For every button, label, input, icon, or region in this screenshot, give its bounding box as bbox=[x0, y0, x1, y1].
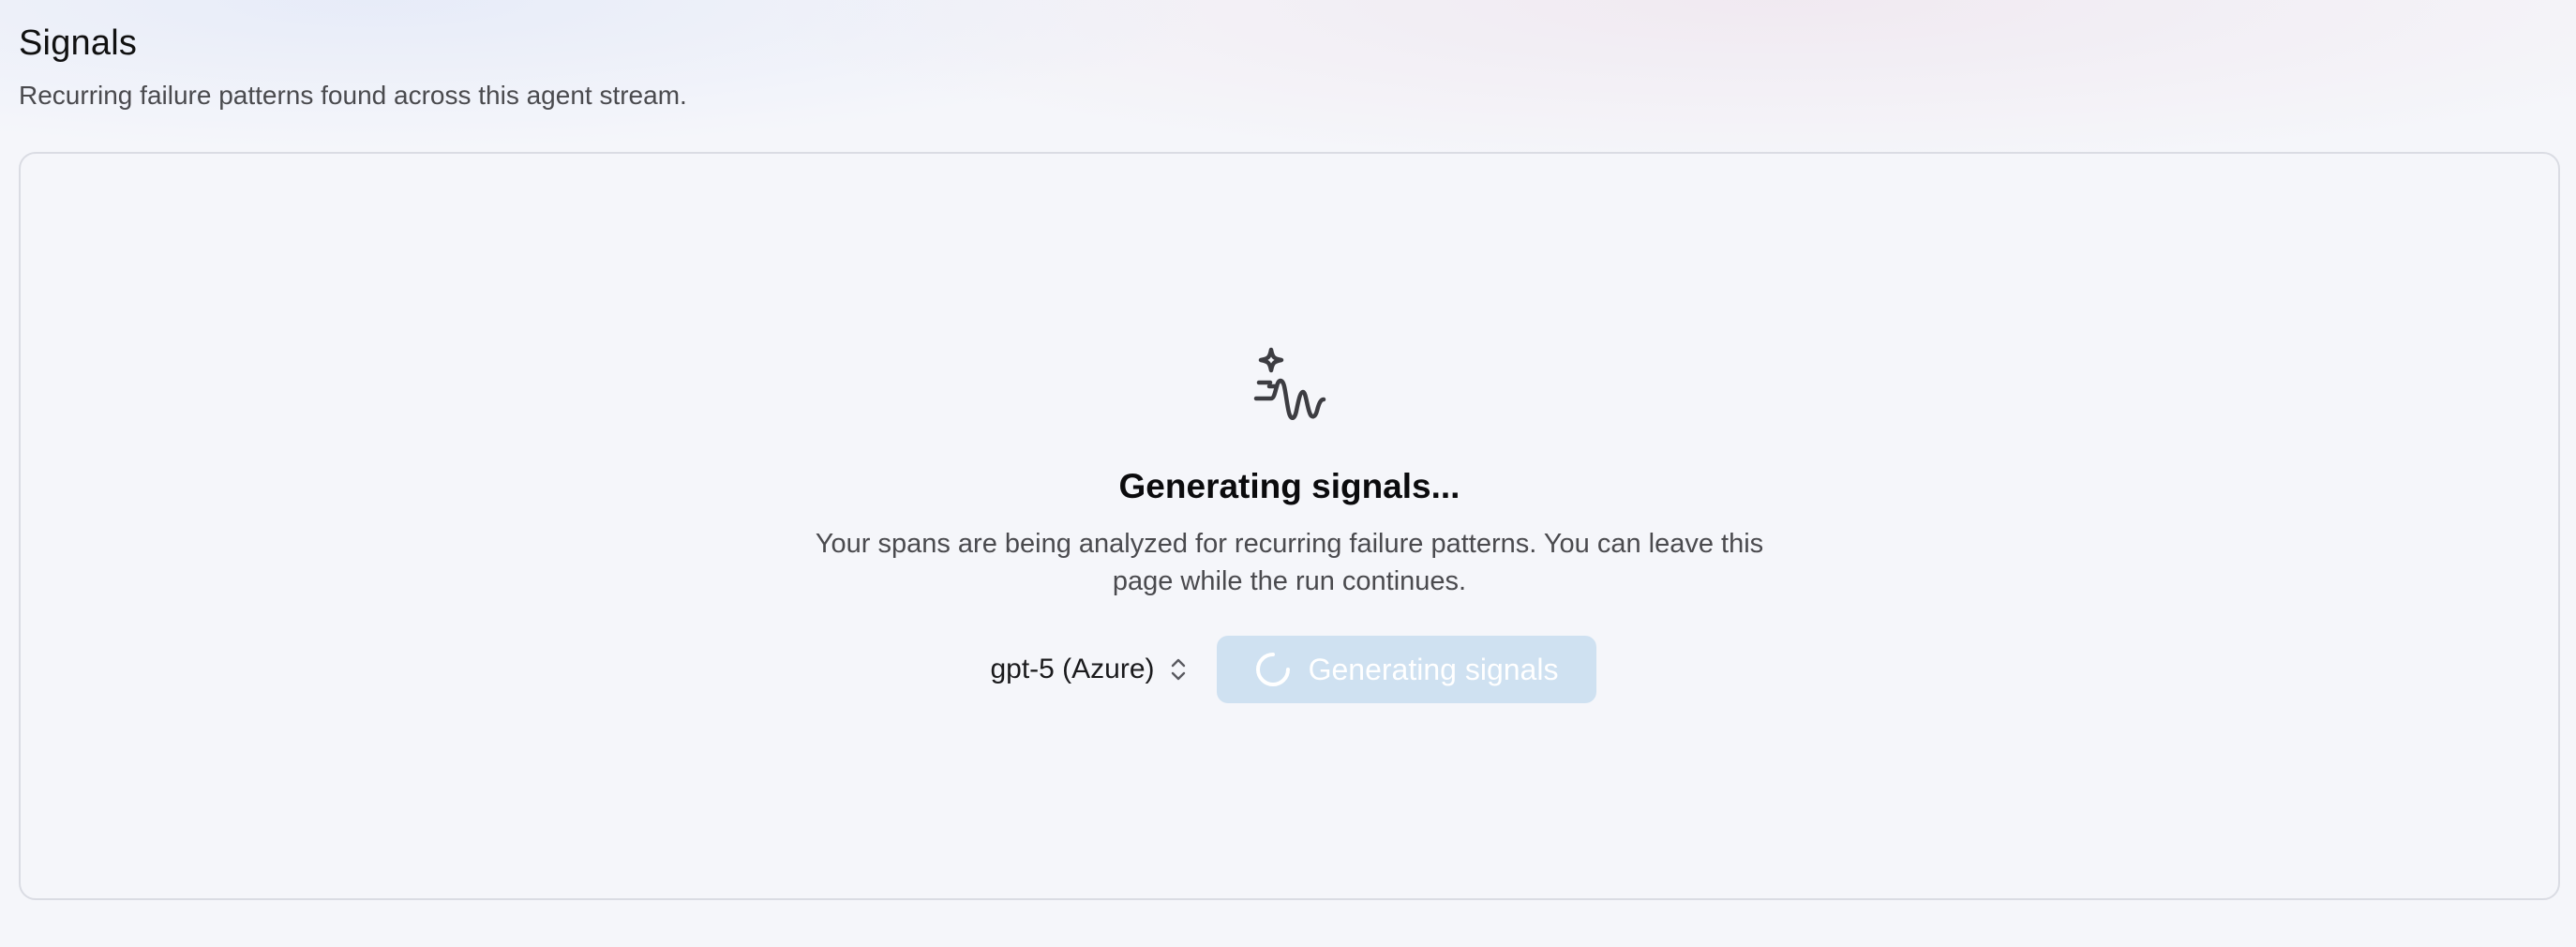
chevron-up-down-icon bbox=[1171, 658, 1185, 681]
page-subtitle: Recurring failure patterns found across … bbox=[19, 81, 687, 110]
generate-controls: gpt-5 (Azure) Generating signals bbox=[982, 636, 1596, 703]
model-select-value: gpt-5 (Azure) bbox=[990, 654, 1155, 684]
generate-signals-button[interactable]: Generating signals bbox=[1216, 636, 1596, 703]
generating-state: Generating signals... Your spans are bei… bbox=[21, 347, 2558, 703]
generating-title: Generating signals... bbox=[1118, 467, 1460, 505]
signals-panel: Generating signals... Your spans are bei… bbox=[19, 152, 2560, 900]
page-title: Signals bbox=[19, 23, 138, 63]
sparkle-wave-icon bbox=[1253, 347, 1325, 420]
model-select[interactable]: gpt-5 (Azure) bbox=[982, 636, 1195, 703]
spinner-icon bbox=[1255, 653, 1290, 686]
generating-description: Your spans are being analyzed for recurr… bbox=[815, 529, 1764, 596]
generate-signals-label: Generating signals bbox=[1308, 652, 1559, 686]
